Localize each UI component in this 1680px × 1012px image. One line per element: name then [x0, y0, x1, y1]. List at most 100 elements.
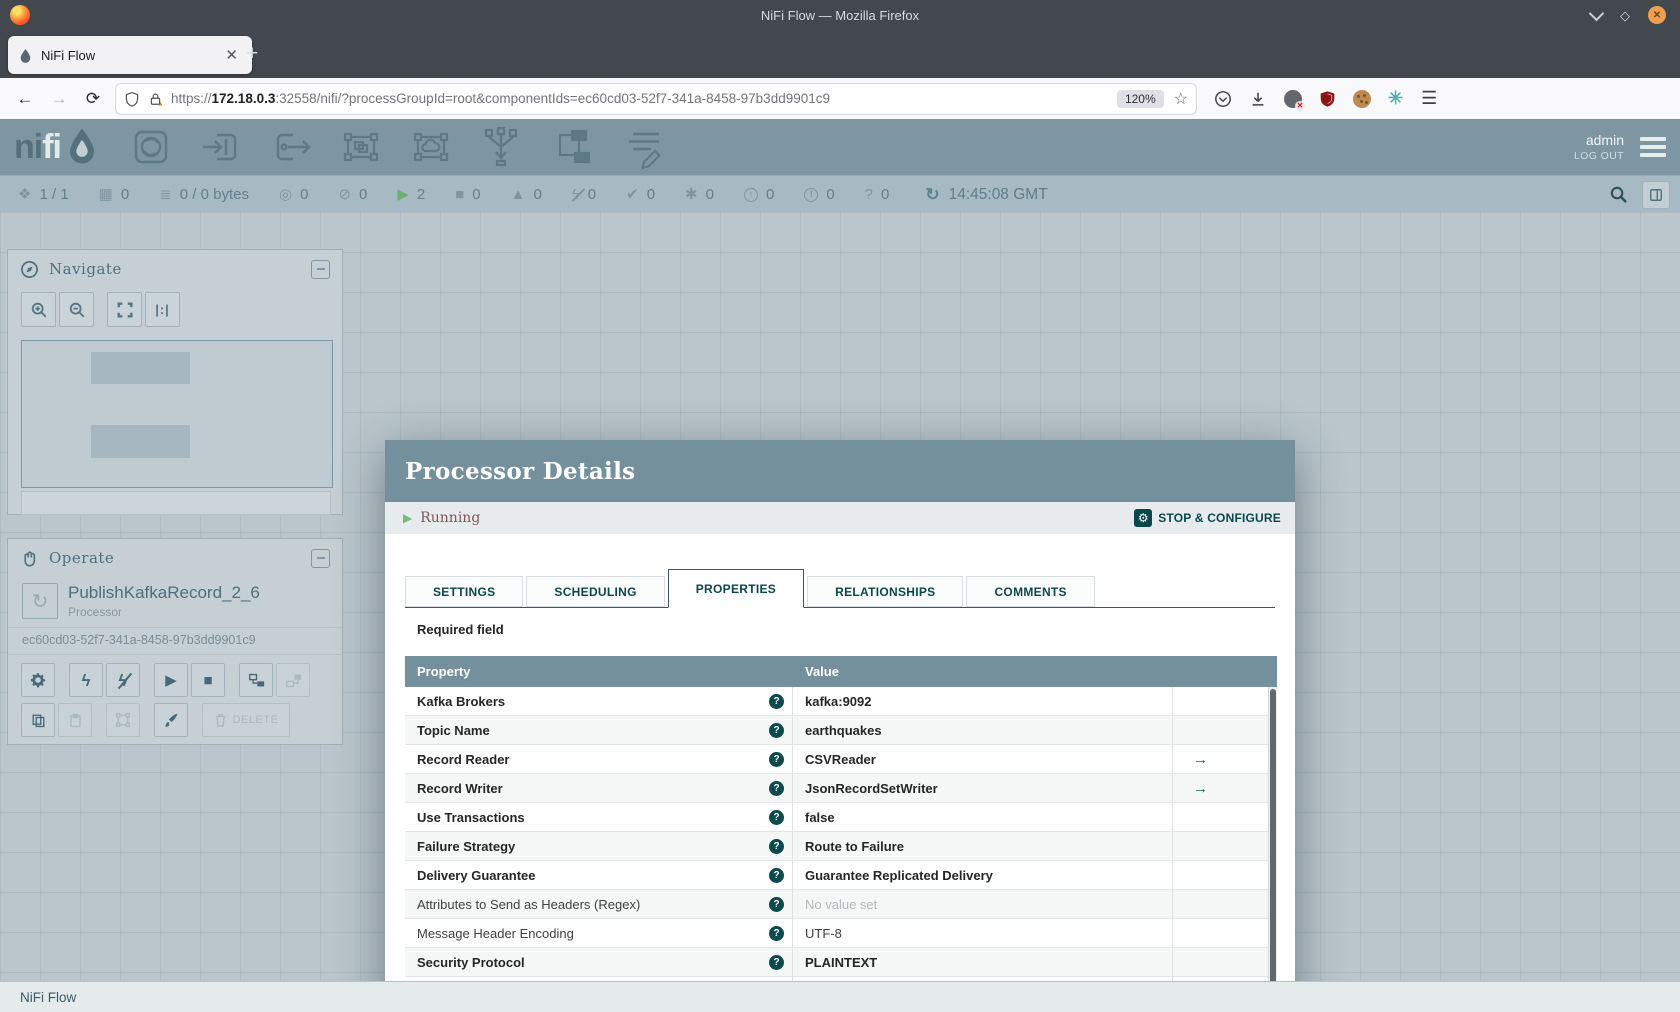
property-value-cell[interactable]: CSVReader [793, 745, 1173, 773]
nifi-drop-icon [69, 128, 95, 164]
table-scrollbar[interactable] [1268, 687, 1277, 1012]
bookmark-star-icon[interactable]: ☆ [1174, 89, 1188, 109]
stale-icon: ↑ [743, 187, 758, 202]
help-icon[interactable]: ? [769, 809, 784, 825]
property-value-cell[interactable]: false [793, 803, 1173, 831]
property-value-cell[interactable]: UTF-8 [793, 919, 1173, 947]
property-row: Record Reader ? CSVReader → [405, 745, 1269, 774]
tab-properties[interactable]: PROPERTIES [667, 569, 805, 608]
go-to-service-icon[interactable]: → [1193, 751, 1208, 768]
pocket-icon[interactable] [1214, 90, 1232, 108]
search-icon[interactable] [1609, 185, 1628, 204]
disable-button[interactable]: ϟ [106, 663, 140, 697]
output-port-tool-icon[interactable] [269, 125, 313, 169]
help-icon[interactable]: ? [769, 896, 784, 912]
status-item: ▲ 0 [511, 186, 542, 203]
help-icon[interactable]: ? [769, 838, 784, 854]
window-maximize-icon[interactable]: ◇ [1620, 9, 1630, 22]
scrollbar-thumb[interactable] [1270, 689, 1276, 1012]
label-tool-icon[interactable] [619, 125, 663, 170]
help-icon[interactable]: ? [769, 751, 784, 767]
property-value-cell[interactable]: kafka:9092 [793, 687, 1173, 715]
color-button[interactable] [154, 703, 188, 737]
help-icon[interactable]: ? [769, 925, 784, 941]
help-icon[interactable]: ? [769, 780, 784, 796]
proxy-mask-icon[interactable]: ✕ [1284, 89, 1305, 111]
property-value-cell[interactable]: PLAINTEXT [793, 948, 1173, 976]
invalid-components-icon: ▲ [510, 186, 526, 203]
flow-canvas[interactable]: Navigate |:| Operate ↻ PublishKafkaRecor… [0, 212, 1680, 1012]
property-value-cell[interactable]: Guarantee Replicated Delivery [793, 861, 1173, 889]
status-count: 0 [826, 186, 835, 203]
url-field[interactable]: https://172.18.0.3:32558/nifi/?processGr… [116, 83, 1196, 114]
go-to-service-icon[interactable]: → [1193, 780, 1208, 797]
processor-tool-icon[interactable] [129, 125, 173, 169]
collapse-navigate-button[interactable] [311, 259, 330, 279]
property-row: Delivery Guarantee ? Guarantee Replicate… [405, 861, 1269, 890]
download-icon[interactable] [1249, 90, 1267, 108]
window-close-icon[interactable]: ✕ [1648, 6, 1666, 24]
help-icon[interactable]: ? [769, 722, 784, 738]
help-icon[interactable]: ? [769, 954, 784, 970]
stop-and-configure-button[interactable]: ⚙ STOP & CONFIGURE [1134, 509, 1281, 527]
remote-process-group-tool-icon[interactable] [409, 125, 453, 169]
properties-table: Property Value Kafka Brokers ? kafka:909… [405, 656, 1277, 1012]
global-menu-icon[interactable] [1640, 137, 1666, 157]
extension-asterisk-icon[interactable]: ✳ [1388, 88, 1403, 109]
back-button[interactable]: ← [8, 89, 42, 109]
tab-relationships[interactable]: RELATIONSHIPS [807, 576, 964, 607]
input-port-tool-icon[interactable] [199, 125, 243, 169]
revert-version-button[interactable] [276, 663, 310, 697]
stop-button[interactable]: ■ [191, 663, 225, 697]
zoom-in-button[interactable] [21, 292, 56, 327]
start-button[interactable]: ▶ [154, 663, 188, 697]
window-minimize-icon[interactable] [1588, 5, 1605, 21]
reload-button[interactable]: ⟳ [76, 89, 110, 109]
tab-scheduling[interactable]: SCHEDULING [526, 576, 665, 607]
browser-menu-icon[interactable]: ☰ [1421, 88, 1437, 109]
help-icon[interactable]: ? [769, 693, 784, 709]
template-tool-icon[interactable] [549, 125, 593, 169]
operate-panel: Operate ↻ PublishKafkaRecord_2_6 Process… [7, 538, 343, 745]
zoom-fit-button[interactable] [107, 292, 142, 327]
status-count: 2 [416, 186, 426, 203]
copy-button[interactable] [21, 703, 55, 737]
property-value-cell[interactable]: No value set [793, 890, 1173, 918]
help-icon[interactable]: ? [769, 867, 784, 883]
logout-link[interactable]: LOG OUT [1574, 150, 1624, 162]
process-group-tool-icon[interactable] [339, 125, 383, 169]
tab-comments[interactable]: COMMENTS [966, 576, 1095, 607]
group-button[interactable] [106, 703, 140, 737]
birdseye-minimap[interactable] [21, 340, 333, 488]
minimap-processor-block [91, 425, 190, 458]
status-item: ◎ 0 [279, 186, 308, 203]
breadcrumb[interactable]: NiFi Flow [20, 990, 76, 1005]
status-item: ! 0 [804, 186, 835, 203]
status-item: ↑ 0 [743, 186, 774, 203]
shield-icon[interactable] [124, 91, 140, 107]
zoom-level-badge[interactable]: 120% [1116, 89, 1164, 108]
property-value-cell[interactable]: earthquakes [793, 716, 1173, 744]
tab-settings[interactable]: SETTINGS [405, 576, 524, 607]
bulletin-board-toggle[interactable] [1642, 180, 1670, 209]
new-tab-button[interactable]: + [246, 42, 258, 66]
browser-tab[interactable]: NiFi Flow ✕ [8, 36, 252, 74]
refresh-icon[interactable]: ↻ [925, 185, 939, 205]
zoom-out-button[interactable] [59, 292, 94, 327]
compass-icon [21, 260, 38, 278]
tab-close-icon[interactable]: ✕ [221, 46, 242, 64]
ublock-shield-icon[interactable] [1319, 90, 1336, 108]
zoom-actual-button[interactable]: |:| [145, 292, 180, 327]
paste-button[interactable] [58, 703, 92, 737]
cookie-icon[interactable] [1353, 89, 1371, 108]
collapse-operate-button[interactable] [311, 548, 330, 568]
forward-button[interactable]: → [42, 89, 76, 109]
lock-warning-icon[interactable] [148, 91, 163, 107]
enable-button[interactable]: ϟ [69, 663, 103, 697]
delete-button[interactable]: DELETE [202, 703, 290, 737]
start-version-control-button[interactable] [239, 663, 273, 697]
configure-button[interactable] [21, 663, 55, 697]
property-value-cell[interactable]: JsonRecordSetWriter [793, 774, 1173, 802]
property-value-cell[interactable]: Route to Failure [793, 832, 1173, 860]
funnel-tool-icon[interactable] [479, 125, 523, 169]
